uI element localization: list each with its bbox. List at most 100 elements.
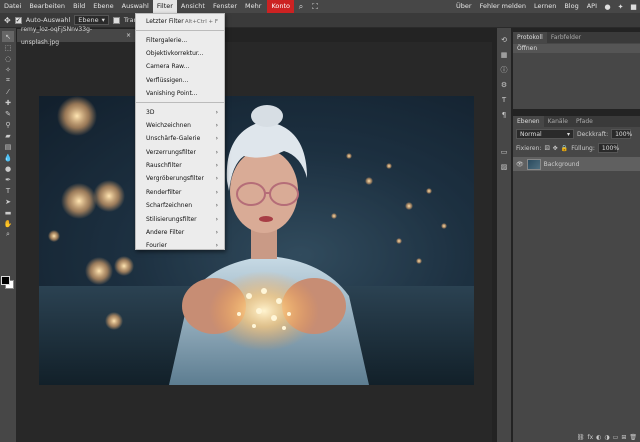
menu-mehr[interactable]: Mehr: [241, 0, 265, 13]
link-layers-icon[interactable]: ⛓: [577, 434, 585, 441]
facebook-icon[interactable]: ■: [627, 0, 640, 13]
submenu-arrow-icon: ›: [215, 175, 218, 183]
menu-fenster[interactable]: Fenster: [209, 0, 241, 13]
menu-item-letzter-filter[interactable]: Letzter Filter Alt+Ctrl + F: [136, 15, 224, 28]
layers-panel: Ebenen Kanäle Pfade Normal ▾ Deckkraft: 1…: [513, 116, 640, 442]
menu-item-weichzeichnen[interactable]: Weichzeichnen ›: [136, 119, 224, 132]
link-blog[interactable]: Blog: [560, 0, 582, 13]
mask-icon[interactable]: ◐: [596, 434, 601, 441]
image-panel-icon[interactable]: ▨: [498, 160, 510, 173]
search-icon[interactable]: ⌕: [294, 0, 308, 13]
tab-pfade[interactable]: Pfade: [572, 116, 597, 127]
gradient-tool-icon[interactable]: ▤: [2, 141, 14, 152]
folder-icon[interactable]: ▭: [613, 434, 619, 441]
spot-heal-icon[interactable]: ✚: [2, 97, 14, 108]
menu-item-fourier[interactable]: Fourier ›: [136, 239, 224, 252]
reddit-icon[interactable]: ●: [601, 0, 614, 13]
link-ueber[interactable]: Über: [452, 0, 476, 13]
opacity-label: Deckkraft:: [577, 130, 609, 138]
visibility-eye-icon[interactable]: 👁: [516, 161, 524, 168]
opacity-input[interactable]: 100%: [611, 129, 632, 139]
new-layer-icon[interactable]: ⊞: [621, 434, 626, 441]
twitter-icon[interactable]: ✦: [614, 0, 627, 13]
menu-item-camera-raw[interactable]: Camera Raw...: [136, 60, 224, 73]
fullscreen-icon[interactable]: ⛶: [308, 0, 322, 13]
eyedropper-icon[interactable]: ⁄: [2, 86, 14, 97]
menu-separator: [136, 30, 224, 32]
zoom-tool-icon[interactable]: ⌕: [2, 229, 14, 240]
menu-konto[interactable]: Konto: [267, 0, 295, 13]
fill-label: Füllung:: [571, 144, 595, 152]
foreground-color-swatch[interactable]: [1, 276, 10, 285]
menu-item-stilisierungsfilter[interactable]: Stilisierungsfilter ›: [136, 212, 224, 225]
close-icon[interactable]: ×: [126, 29, 131, 42]
menu-item-3d[interactable]: 3D ›: [136, 105, 224, 118]
layer-row[interactable]: 👁 Background: [513, 157, 640, 171]
adjustment-icon[interactable]: ◑: [604, 434, 609, 441]
document-tab-title: remy_loz-oqFjSNnv33g-unsplash.jpg: [21, 25, 93, 46]
shortcut-label: Alt+Ctrl + F: [184, 18, 218, 25]
blend-row: Normal ▾ Deckkraft: 100%: [513, 127, 640, 141]
tab-kanaele[interactable]: Kanäle: [544, 116, 572, 127]
menu-item-rauschfilter[interactable]: Rauschfilter ›: [136, 159, 224, 172]
history-panel-icon[interactable]: ⟲: [498, 33, 510, 46]
blend-mode-select[interactable]: Normal ▾: [516, 129, 574, 139]
history-entry[interactable]: Öffnen: [513, 44, 640, 53]
lasso-tool-icon[interactable]: ◌: [2, 53, 14, 64]
menu-auswahl[interactable]: Auswahl: [118, 0, 153, 13]
eraser-tool-icon[interactable]: ▰: [2, 130, 14, 141]
brush-tool-icon[interactable]: ✎: [2, 108, 14, 119]
crop-tool-icon[interactable]: ⌗: [2, 75, 14, 86]
tab-protokoll[interactable]: Protokoll: [513, 32, 547, 43]
document-tab[interactable]: remy_loz-oqFjSNnv33g-unsplash.jpg ×: [17, 26, 135, 46]
lock-all-icon[interactable]: 🔒: [561, 145, 568, 152]
magic-wand-icon[interactable]: ✧: [2, 64, 14, 75]
clone-stamp-icon[interactable]: ⚲: [2, 119, 14, 130]
menu-item-verzerrungsfilter[interactable]: Verzerrungsfilter ›: [136, 146, 224, 159]
layer-style-icon[interactable]: fx: [588, 434, 594, 441]
tab-farbfelder[interactable]: Farbfelder: [547, 32, 585, 43]
menu-separator: [136, 102, 224, 104]
menu-ebene[interactable]: Ebene: [89, 0, 117, 13]
paragraph-panel-icon[interactable]: ¶: [498, 108, 510, 121]
link-fehler-melden[interactable]: Fehler melden: [476, 0, 530, 13]
menu-item-filtergalerie[interactable]: Filtergalerie...: [136, 33, 224, 46]
blur-tool-icon[interactable]: 💧: [2, 152, 14, 163]
dodge-tool-icon[interactable]: ●: [2, 163, 14, 174]
menu-item-unschaerfe-galerie[interactable]: Unschärfe-Galerie ›: [136, 132, 224, 145]
trash-icon[interactable]: 🗑: [629, 434, 637, 441]
link-api[interactable]: API: [583, 0, 601, 13]
swatches-panel-icon[interactable]: ▦: [498, 48, 510, 61]
lock-transparency-icon[interactable]: ⚄: [544, 145, 549, 152]
menu-item-scharfzeichnen[interactable]: Scharfzeichnen ›: [136, 199, 224, 212]
menu-bild[interactable]: Bild: [69, 0, 89, 13]
menu-filter[interactable]: Filter: [152, 0, 177, 13]
document-image[interactable]: [39, 96, 474, 385]
move-tool-icon[interactable]: ↖: [2, 31, 14, 42]
css-panel-icon[interactable]: ▭: [498, 145, 510, 158]
path-select-icon[interactable]: ➤: [2, 196, 14, 207]
menu-item-andere-filter[interactable]: Andere Filter ›: [136, 226, 224, 239]
text-tool-icon[interactable]: T: [2, 185, 14, 196]
menu-ansicht[interactable]: Ansicht: [177, 0, 209, 13]
properties-panel-icon[interactable]: ⚙: [498, 78, 510, 91]
info-panel-icon[interactable]: ⓘ: [498, 63, 510, 76]
menu-item-vergroeberungsfilter[interactable]: Vergröberungsfilter ›: [136, 172, 224, 185]
character-panel-icon[interactable]: Ƭ: [498, 93, 510, 106]
layers-footer: ⛓ fx ◐ ◑ ▭ ⊞ 🗑: [513, 432, 640, 442]
submenu-arrow-icon: ›: [215, 135, 218, 143]
lock-move-icon[interactable]: ✥: [553, 145, 558, 152]
menu-item-vanishing-point[interactable]: Vanishing Point...: [136, 87, 224, 100]
link-lernen[interactable]: Lernen: [530, 0, 560, 13]
menu-item-objektivkorrektur[interactable]: Objektivkorrektur...: [136, 47, 224, 60]
menu-datei[interactable]: Datei: [0, 0, 25, 13]
pen-tool-icon[interactable]: ✒: [2, 174, 14, 185]
hand-tool-icon[interactable]: ✋: [2, 218, 14, 229]
fill-input[interactable]: 100%: [597, 143, 619, 153]
menu-item-renderfilter[interactable]: Renderfilter ›: [136, 186, 224, 199]
tab-ebenen[interactable]: Ebenen: [513, 116, 544, 127]
menu-item-verfluessigen[interactable]: Verflüssigen...: [136, 74, 224, 87]
marquee-tool-icon[interactable]: ⬚: [2, 42, 14, 53]
shape-tool-icon[interactable]: ▬: [2, 207, 14, 218]
menu-bearbeiten[interactable]: Bearbeiten: [25, 0, 69, 13]
